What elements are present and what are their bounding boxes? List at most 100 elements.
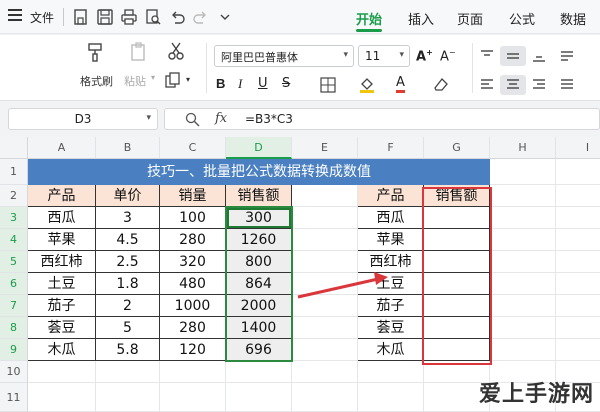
grid-cell[interactable] bbox=[96, 383, 160, 412]
table-cell[interactable]: 西红柿 bbox=[28, 251, 96, 273]
column-header-b[interactable]: B bbox=[96, 137, 160, 159]
align-right-icon[interactable] bbox=[532, 78, 546, 92]
table-cell[interactable]: 木瓜 bbox=[358, 339, 424, 361]
column-header-c[interactable]: C bbox=[160, 137, 226, 159]
table-cell[interactable]: 荟豆 bbox=[28, 317, 96, 339]
grid-cell[interactable] bbox=[160, 361, 226, 383]
empty-sales-cell[interactable] bbox=[424, 273, 490, 295]
empty-sales-cell[interactable] bbox=[424, 339, 490, 361]
grid-cell[interactable] bbox=[556, 295, 600, 317]
row-header-10[interactable]: 10 bbox=[0, 361, 28, 383]
justify-icon[interactable] bbox=[560, 78, 574, 92]
align-bottom-icon[interactable] bbox=[532, 49, 546, 63]
table-cell[interactable]: 2 bbox=[96, 295, 160, 317]
spreadsheet-grid[interactable]: A B C D E F G H I 1 2 3 4 5 6 7 8 9 10 11 技巧一、批量把公式数据转换成数值 产品… bbox=[0, 137, 600, 412]
fill-color-icon[interactable] bbox=[358, 75, 376, 93]
table-cell[interactable]: 西瓜 bbox=[28, 207, 96, 229]
underline-button[interactable]: U bbox=[258, 76, 268, 91]
grid-cell[interactable] bbox=[292, 185, 358, 207]
grid-cell[interactable] bbox=[292, 207, 358, 229]
grid-cell[interactable] bbox=[556, 207, 600, 229]
print-preview-icon[interactable] bbox=[144, 8, 162, 26]
grid-cell[interactable] bbox=[490, 295, 556, 317]
tab-home[interactable]: 开始 bbox=[356, 9, 382, 28]
name-box[interactable]: D3 ▾ bbox=[8, 108, 158, 130]
table-cell[interactable]: 100 bbox=[160, 207, 226, 229]
table-cell[interactable]: 木瓜 bbox=[28, 339, 96, 361]
grid-cell[interactable] bbox=[490, 207, 556, 229]
grid-cell[interactable] bbox=[556, 185, 600, 207]
row-header-4[interactable]: 4 bbox=[0, 229, 28, 251]
empty-sales-cell[interactable] bbox=[424, 207, 490, 229]
table-cell[interactable]: 1000 bbox=[160, 295, 226, 317]
grid-cell[interactable] bbox=[556, 229, 600, 251]
table-cell[interactable]: 2.5 bbox=[96, 251, 160, 273]
table-header-cell[interactable]: 销售额 bbox=[424, 185, 490, 207]
table-cell[interactable]: 280 bbox=[160, 229, 226, 251]
grid-cell[interactable] bbox=[556, 273, 600, 295]
paste-dropdown-icon[interactable]: ▾ bbox=[151, 73, 155, 82]
formula-input[interactable]: fx =B3*C3 bbox=[164, 108, 600, 130]
grid-cell[interactable] bbox=[490, 159, 556, 185]
save-icon[interactable] bbox=[96, 8, 114, 26]
grid-cell[interactable] bbox=[556, 251, 600, 273]
borders-icon[interactable] bbox=[320, 77, 336, 93]
paste-icon[interactable] bbox=[128, 41, 150, 63]
table-cell[interactable]: 苹果 bbox=[358, 229, 424, 251]
table-cell[interactable]: 3 bbox=[96, 207, 160, 229]
empty-sales-cell[interactable] bbox=[424, 295, 490, 317]
table-cell[interactable]: 1260 bbox=[226, 229, 292, 251]
column-header-f[interactable]: F bbox=[358, 137, 424, 159]
grid-cell[interactable] bbox=[292, 251, 358, 273]
fx-icon[interactable]: fx bbox=[215, 111, 227, 126]
row-header-7[interactable]: 7 bbox=[0, 295, 28, 317]
menu-icon[interactable] bbox=[8, 9, 22, 21]
wrap-text-icon[interactable] bbox=[560, 49, 574, 63]
column-header-d[interactable]: D bbox=[226, 137, 292, 159]
redo-icon[interactable] bbox=[192, 8, 210, 26]
tab-formulas[interactable]: 公式 bbox=[509, 9, 535, 28]
align-top-icon[interactable] bbox=[480, 49, 494, 63]
table-cell[interactable]: 480 bbox=[160, 273, 226, 295]
empty-sales-cell[interactable] bbox=[424, 229, 490, 251]
table-cell[interactable]: 320 bbox=[160, 251, 226, 273]
row-header-6[interactable]: 6 bbox=[0, 273, 28, 295]
grid-cell[interactable] bbox=[292, 229, 358, 251]
row-header-3[interactable]: 3 bbox=[0, 207, 28, 229]
grid-cell[interactable] bbox=[490, 185, 556, 207]
select-all-corner[interactable] bbox=[0, 137, 28, 159]
table-header-cell[interactable]: 销售额 bbox=[226, 185, 292, 207]
grid-cell[interactable] bbox=[28, 383, 96, 412]
paste-label[interactable]: 粘贴 bbox=[124, 73, 146, 89]
row-header-11[interactable]: 11 bbox=[0, 383, 28, 412]
table-cell[interactable]: 1.8 bbox=[96, 273, 160, 295]
table-header-cell[interactable]: 产品 bbox=[28, 185, 96, 207]
grid-cell[interactable] bbox=[556, 159, 600, 185]
row-header-1[interactable]: 1 bbox=[0, 159, 28, 185]
align-middle-icon[interactable] bbox=[506, 49, 520, 63]
grid-cell[interactable] bbox=[490, 273, 556, 295]
grid-cell[interactable] bbox=[160, 383, 226, 412]
grid-cell[interactable] bbox=[226, 361, 292, 383]
document-icon[interactable] bbox=[72, 8, 90, 26]
column-header-g[interactable]: G bbox=[424, 137, 490, 159]
grid-cell[interactable] bbox=[292, 361, 358, 383]
table-cell[interactable]: 土豆 bbox=[358, 273, 424, 295]
table-header-cell[interactable]: 销量 bbox=[160, 185, 226, 207]
column-header-e[interactable]: E bbox=[292, 137, 358, 159]
grid-cell[interactable] bbox=[490, 317, 556, 339]
empty-sales-cell[interactable] bbox=[424, 251, 490, 273]
decrease-font-icon[interactable]: A− bbox=[440, 48, 456, 64]
format-painter-label[interactable]: 格式刷 bbox=[80, 73, 113, 89]
grid-cell[interactable] bbox=[490, 251, 556, 273]
column-header-h[interactable]: H bbox=[490, 137, 556, 159]
grid-cell[interactable] bbox=[490, 229, 556, 251]
strikethrough-button[interactable]: S bbox=[282, 76, 290, 91]
copy-dropdown-icon[interactable]: ▾ bbox=[186, 75, 190, 84]
table-header-cell[interactable]: 单价 bbox=[96, 185, 160, 207]
empty-sales-cell[interactable] bbox=[424, 317, 490, 339]
zoom-icon[interactable] bbox=[185, 112, 200, 127]
table-cell[interactable]: 茄子 bbox=[358, 295, 424, 317]
column-header-a[interactable]: A bbox=[28, 137, 96, 159]
table-cell[interactable]: 800 bbox=[226, 251, 292, 273]
